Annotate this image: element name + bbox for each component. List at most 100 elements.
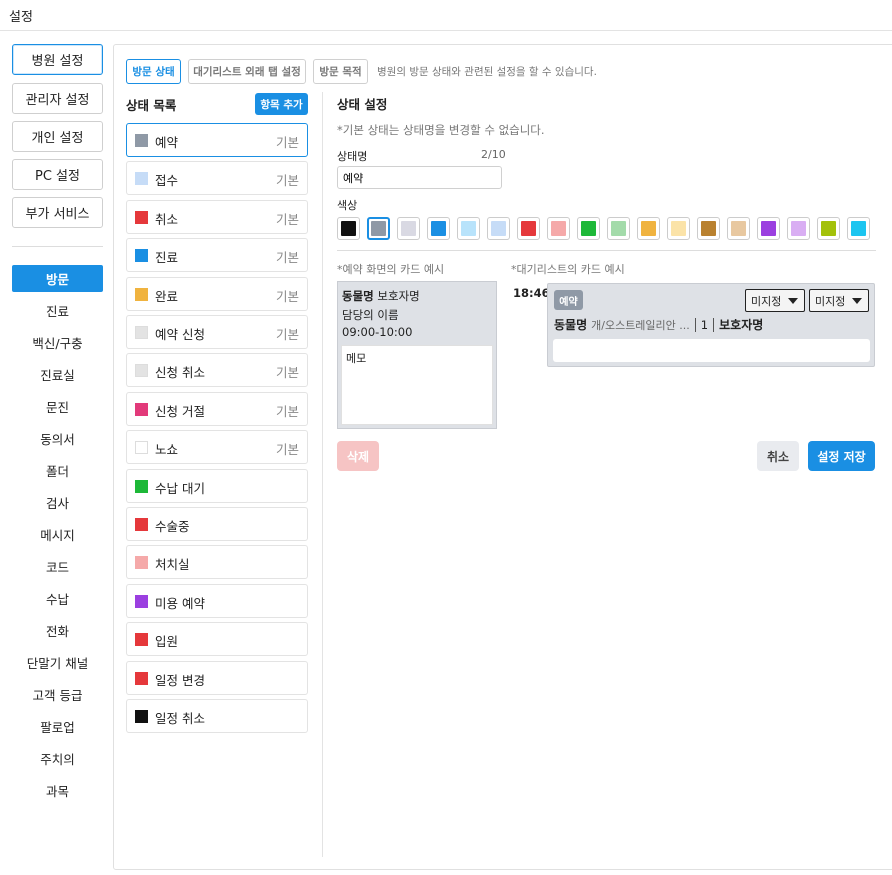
color-option[interactable]	[577, 217, 600, 240]
status-list-item[interactable]: 처치실	[126, 545, 308, 580]
delete-button[interactable]: 삭제	[337, 441, 379, 471]
window-title: 설정	[9, 10, 33, 25]
subnav-exam-room[interactable]: 진료실	[12, 361, 103, 388]
status-list-item[interactable]: 접수 기본	[126, 161, 308, 196]
status-name-input[interactable]	[337, 166, 502, 189]
status-list-title: 상태 목록	[126, 98, 177, 113]
status-list-item[interactable]: 수납 대기	[126, 468, 308, 503]
settings-note: *기본 상태는 상태명을 변경할 수 없습니다.	[337, 123, 545, 137]
color-option[interactable]	[727, 217, 750, 240]
subnav-treatment[interactable]: 진료	[12, 297, 103, 324]
add-item-button[interactable]: 항목 추가	[255, 93, 308, 115]
color-option[interactable]	[337, 217, 360, 240]
column-divider	[322, 92, 323, 857]
color-option[interactable]	[697, 217, 720, 240]
status-list-item[interactable]: 일정 취소	[126, 699, 308, 733]
doctor-dropdown[interactable]: 미지정	[745, 289, 805, 312]
color-option[interactable]	[607, 217, 630, 240]
tab-visit-purpose[interactable]: 방문 목적	[313, 59, 368, 84]
color-chip	[731, 221, 746, 236]
color-option[interactable]	[757, 217, 780, 240]
color-option[interactable]	[487, 217, 510, 240]
reservation-example-label: *예약 화면의 카드 예시	[337, 263, 445, 276]
nav-personal-settings[interactable]: 개인 설정	[12, 121, 103, 152]
status-label: 진료	[155, 250, 179, 266]
color-option[interactable]	[427, 217, 450, 240]
nav-pc-settings[interactable]: PC 설정	[12, 159, 103, 190]
subnav-consent[interactable]: 동의서	[12, 425, 103, 452]
status-list-item[interactable]: 입원	[126, 622, 308, 657]
basic-tag: 기본	[275, 135, 299, 150]
tab-description: 병원의 방문 상태와 관련된 설정을 할 수 있습니다.	[377, 66, 597, 78]
subnav-vaccine[interactable]: 백신/구충	[12, 329, 103, 356]
status-color-swatch	[135, 210, 148, 224]
subnav-phone[interactable]: 전화	[12, 617, 103, 644]
nav-admin-settings[interactable]: 관리자 설정	[12, 83, 103, 114]
visit-count: 1	[700, 317, 709, 332]
status-color-swatch	[135, 671, 148, 685]
color-option[interactable]	[397, 217, 420, 240]
status-list-item[interactable]: 예약 신청 기본	[126, 315, 308, 349]
subnav-department[interactable]: 과목	[12, 777, 103, 804]
tab-waitlist-outpatient[interactable]: 대기리스트 외래 탭 설정	[188, 59, 306, 84]
status-list-item[interactable]: 신청 취소 기본	[126, 353, 308, 388]
subnav-code[interactable]: 코드	[12, 553, 103, 580]
status-color-swatch	[135, 134, 148, 147]
color-option[interactable]	[547, 217, 570, 240]
status-list-item[interactable]: 예약 기본	[126, 123, 308, 157]
subnav-customer-grade[interactable]: 고객 등급	[12, 681, 103, 708]
status-label: 완료	[155, 288, 179, 304]
color-option[interactable]	[787, 217, 810, 240]
section-divider	[337, 250, 876, 251]
status-label: 수술중	[155, 519, 190, 534]
color-chip	[641, 221, 656, 236]
status-list-item[interactable]: 진료 기본	[126, 238, 308, 273]
status-label: 일정 취소	[155, 711, 205, 726]
status-list-item[interactable]: 수술중	[126, 507, 308, 541]
color-option[interactable]	[847, 217, 870, 240]
color-option[interactable]	[457, 217, 480, 240]
status-badge: 예약	[554, 290, 583, 310]
status-label: 처치실	[155, 557, 190, 573]
name-char-count: 2/10	[481, 148, 506, 161]
color-option[interactable]	[667, 217, 690, 240]
color-chip	[461, 221, 476, 236]
status-label: 일정 변경	[155, 672, 205, 688]
color-chip	[491, 221, 506, 236]
status-color-swatch	[135, 326, 148, 339]
title-bar: 설정	[0, 0, 892, 31]
status-list-item[interactable]: 노쇼 기본	[126, 430, 308, 465]
subnav-test[interactable]: 검사	[12, 489, 103, 516]
status-list-item[interactable]: 미용 예약	[126, 583, 308, 618]
status-color-swatch	[135, 633, 148, 647]
subnav-followup[interactable]: 팔로업	[12, 713, 103, 740]
tab-visit-status[interactable]: 방문 상태	[126, 59, 181, 84]
subnav-message[interactable]: 메시지	[12, 521, 103, 548]
status-list-item[interactable]: 신청 거절 기본	[126, 391, 308, 426]
color-option[interactable]	[637, 217, 660, 240]
color-chip	[701, 221, 716, 236]
color-chip	[521, 221, 536, 236]
status-color-swatch	[135, 402, 148, 416]
subnav-payment[interactable]: 수납	[12, 585, 103, 612]
status-list-item[interactable]: 취소 기본	[126, 199, 308, 234]
staff-name: 담당의 이름	[342, 308, 399, 322]
color-option[interactable]	[517, 217, 540, 240]
subnav-terminal-channel[interactable]: 단말기 채널	[12, 649, 103, 676]
subnav-folder[interactable]: 폴더	[12, 457, 103, 484]
nav-addon-services[interactable]: 부가 서비스	[12, 197, 103, 228]
save-settings-button[interactable]: 설정 저장	[808, 441, 875, 471]
status-color-swatch	[135, 594, 148, 608]
subnav-questionnaire[interactable]: 문진	[12, 393, 103, 420]
subnav-visit[interactable]: 방문	[12, 265, 103, 292]
cancel-button[interactable]: 취소	[757, 441, 799, 471]
color-option[interactable]	[367, 217, 390, 240]
nav-hospital-settings[interactable]: 병원 설정	[12, 44, 103, 75]
status-list-item[interactable]: 완료 기본	[126, 276, 308, 311]
room-dropdown[interactable]: 미지정	[809, 289, 869, 312]
subnav-primary-doctor[interactable]: 주치의	[12, 745, 103, 772]
color-chip	[671, 221, 686, 236]
color-option[interactable]	[817, 217, 840, 240]
status-label: 취소	[155, 211, 179, 227]
status-list-item[interactable]: 일정 변경	[126, 660, 308, 695]
